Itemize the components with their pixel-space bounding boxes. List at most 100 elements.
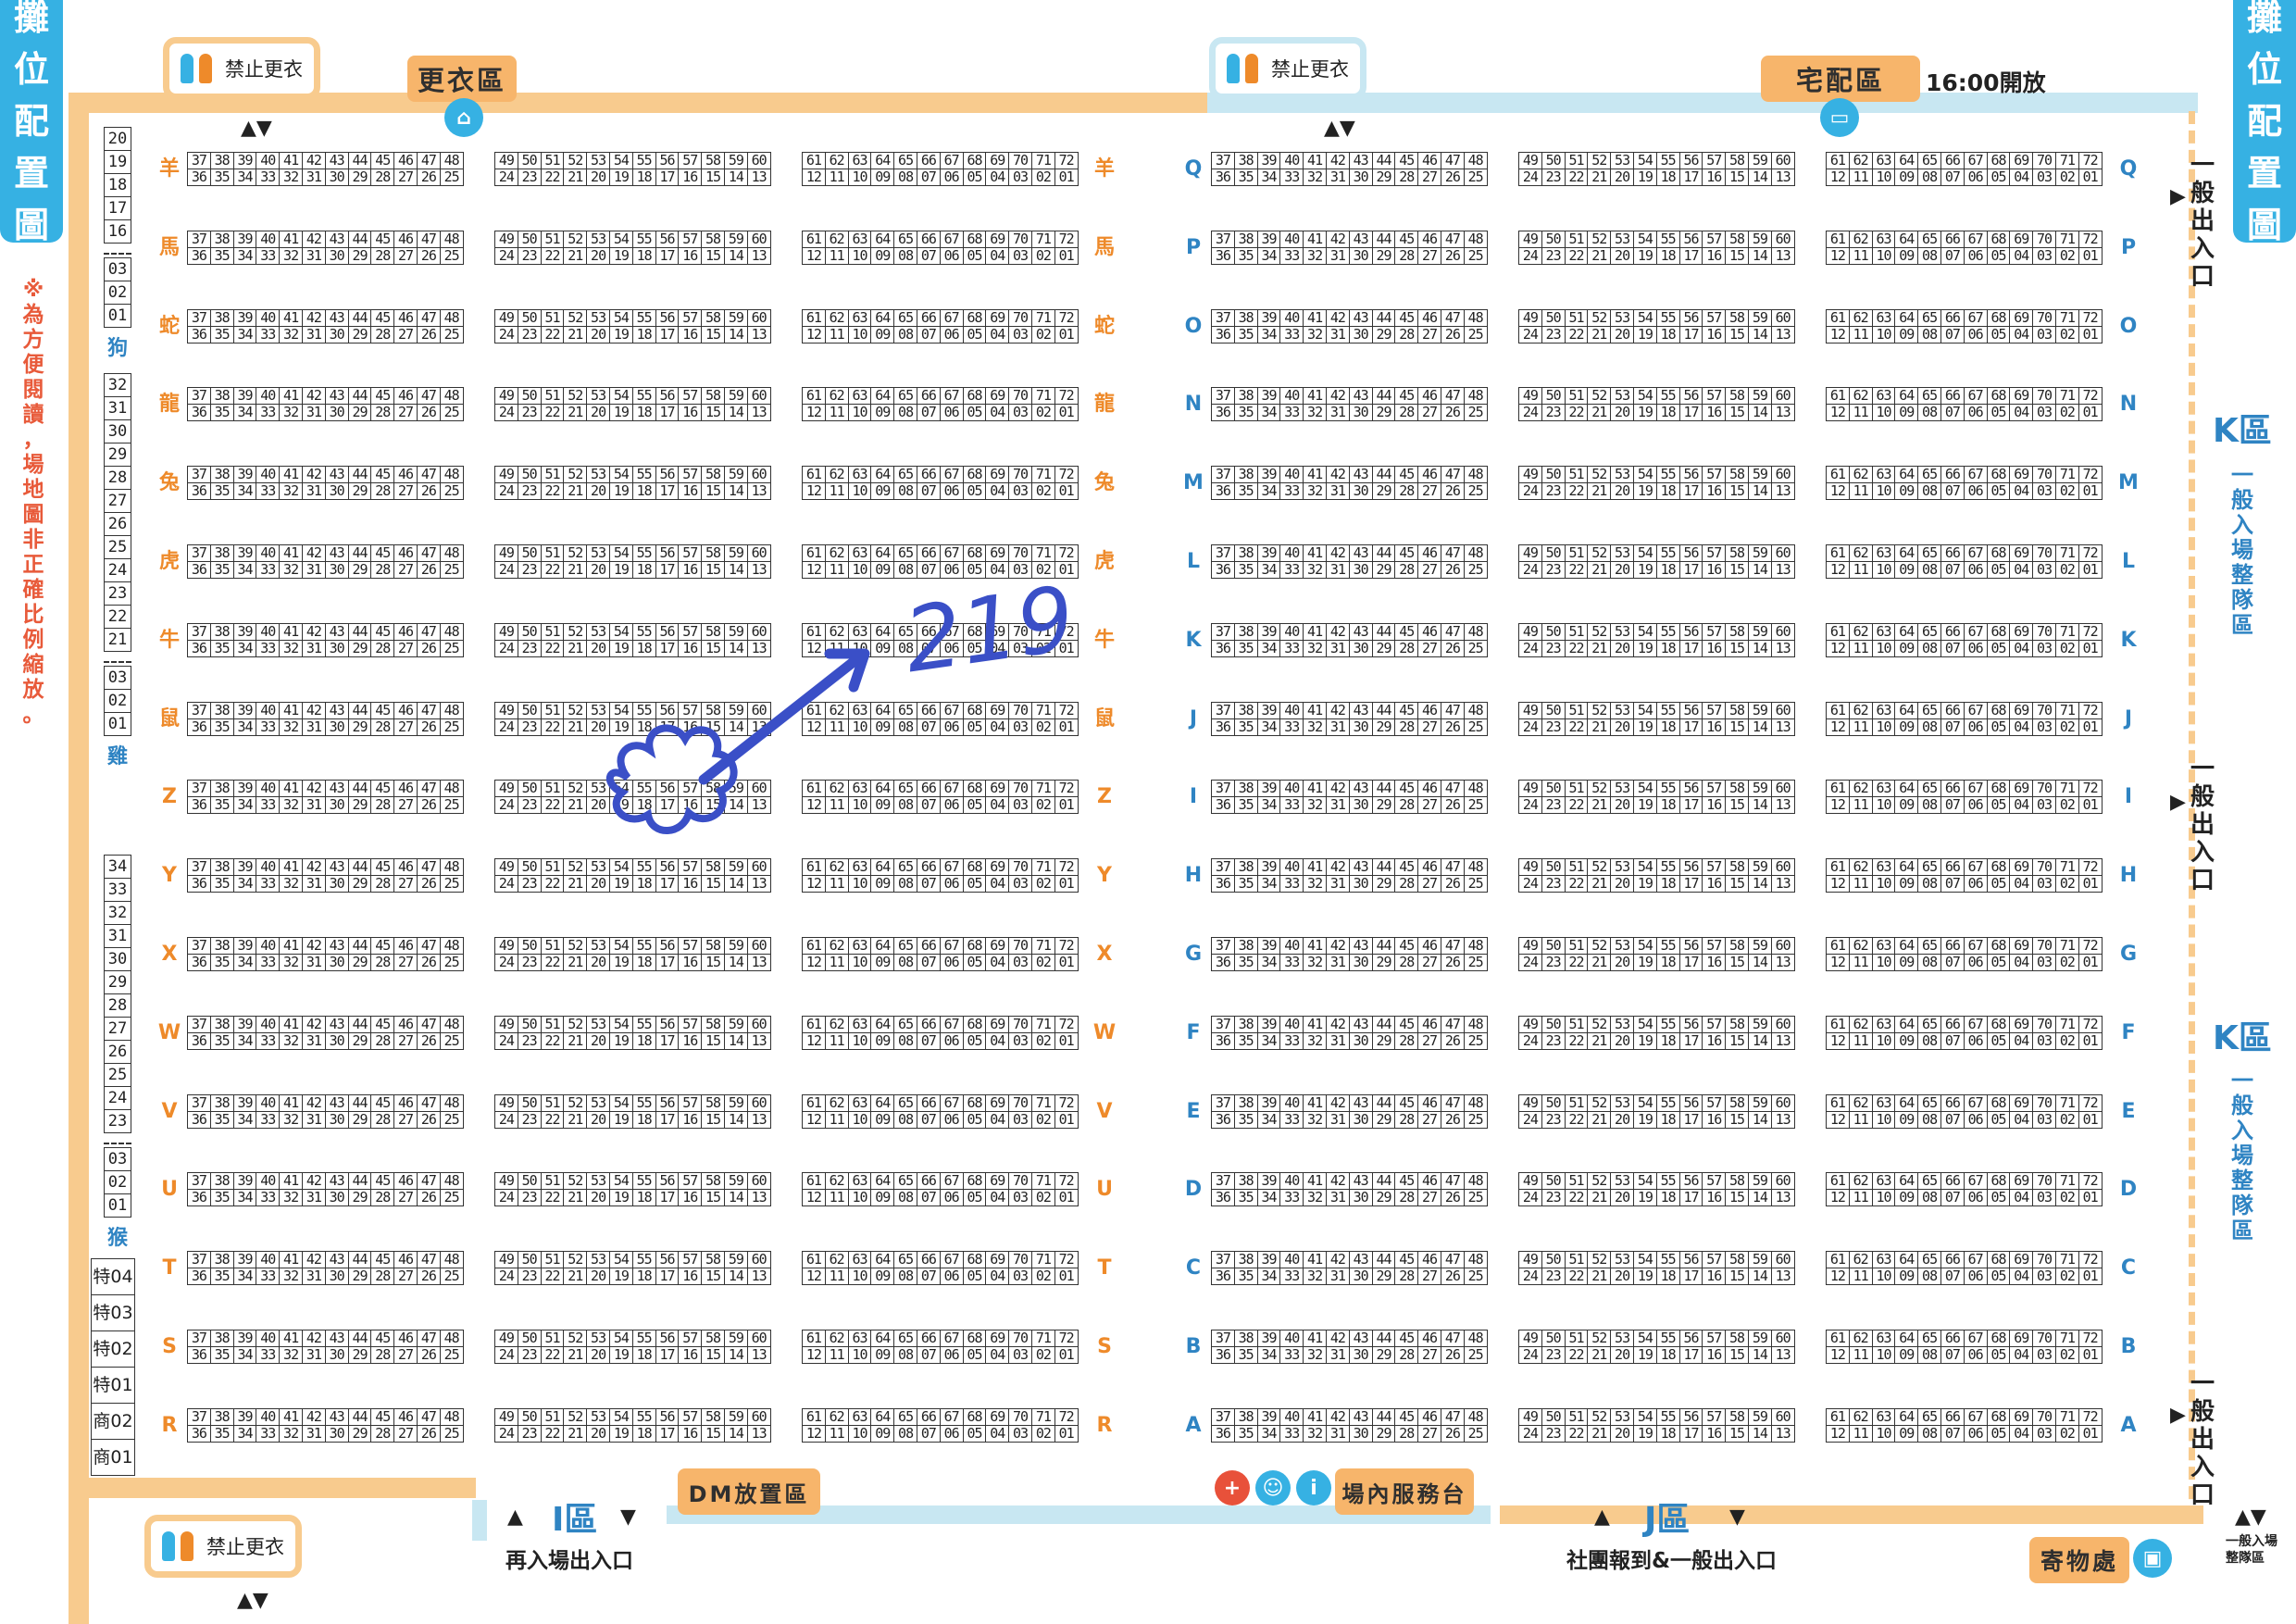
- booth-cell[interactable]: 72: [1054, 1408, 1079, 1426]
- booth-cell[interactable]: 52: [1587, 387, 1612, 405]
- booth-cell[interactable]: 25: [439, 1425, 464, 1443]
- booth-cell[interactable]: 28: [370, 1425, 395, 1443]
- booth-cell[interactable]: 10: [847, 1268, 872, 1285]
- booth-cell[interactable]: 24: [1518, 1032, 1542, 1050]
- booth-cell[interactable]: 37: [187, 466, 211, 483]
- booth-cell[interactable]: 43: [324, 231, 349, 248]
- booth-cell[interactable]: 60: [746, 1251, 771, 1268]
- booth-cell[interactable]: 39: [1256, 702, 1281, 719]
- booth-cell[interactable]: 11: [824, 404, 849, 421]
- booth-cell[interactable]: 57: [678, 937, 703, 955]
- booth-cell[interactable]: 23: [517, 326, 542, 344]
- booth-cell[interactable]: 08: [893, 954, 917, 971]
- booth-cell[interactable]: 62: [1848, 387, 1873, 405]
- booth-cell[interactable]: 70: [2032, 1330, 2056, 1347]
- booth-cell[interactable]: 49: [494, 1330, 518, 1347]
- booth-cell[interactable]: 56: [1678, 780, 1703, 797]
- booth-cell[interactable]: 13: [746, 404, 771, 421]
- booth-cell[interactable]: 56: [1678, 152, 1703, 169]
- booth-cell[interactable]: 31: [301, 247, 326, 265]
- booth-cell[interactable]: 58: [1725, 702, 1749, 719]
- booth-cell[interactable]: 05: [962, 1425, 987, 1443]
- booth-cell[interactable]: 18: [1655, 169, 1680, 186]
- booth-cell[interactable]: 29: [347, 1346, 372, 1364]
- booth-cell[interactable]: 12: [802, 404, 826, 421]
- booth-cell[interactable]: 42: [1325, 466, 1350, 483]
- booth-cell[interactable]: 03: [1008, 1346, 1032, 1364]
- booth-cell[interactable]: 60: [746, 544, 771, 562]
- booth-cell[interactable]: 58: [701, 387, 725, 405]
- booth-cell[interactable]: 65: [1917, 1016, 1941, 1033]
- booth-cell[interactable]: 24: [1518, 482, 1542, 500]
- booth-cell[interactable]: 22: [540, 326, 565, 344]
- booth-cell[interactable]: 38: [1233, 858, 1258, 876]
- booth-cell[interactable]: 38: [209, 1016, 234, 1033]
- booth-cell[interactable]: 31: [301, 875, 326, 893]
- booth-cell[interactable]: 15: [701, 326, 725, 344]
- booth-cell[interactable]: 64: [1894, 858, 1919, 876]
- booth-cell[interactable]: 20: [586, 1268, 610, 1285]
- booth-cell[interactable]: 14: [1747, 247, 1772, 265]
- booth-cell[interactable]: 48: [439, 937, 464, 955]
- booth-cell[interactable]: 40: [256, 623, 281, 641]
- booth-cell[interactable]: 43: [1348, 1330, 1373, 1347]
- booth-cell[interactable]: 62: [1848, 937, 1873, 955]
- booth-cell[interactable]: 72: [2078, 1172, 2103, 1190]
- booth-cell[interactable]: 10: [847, 954, 872, 971]
- booth-cell[interactable]: 25: [439, 718, 464, 736]
- booth-cell[interactable]: 35: [1233, 1268, 1258, 1285]
- booth-cell[interactable]: 61: [1826, 1094, 1850, 1112]
- booth-cell[interactable]: 43: [1348, 387, 1373, 405]
- booth-cell[interactable]: 18: [631, 1032, 656, 1050]
- booth-cell[interactable]: 55: [1655, 1172, 1680, 1190]
- booth-cell[interactable]: 19: [1632, 1346, 1657, 1364]
- booth-cell[interactable]: 50: [517, 1251, 542, 1268]
- booth-cell[interactable]: 18: [631, 1111, 656, 1129]
- booth-cell[interactable]: 57: [678, 1094, 703, 1112]
- booth-cell[interactable]: 05: [1986, 404, 2011, 421]
- booth-cell[interactable]: 19: [1632, 326, 1657, 344]
- booth-cell[interactable]: 28: [370, 640, 395, 657]
- booth-cell[interactable]: 04: [985, 169, 1010, 186]
- booth-cell[interactable]: 21: [563, 326, 588, 344]
- booth-cell[interactable]: 58: [1725, 1094, 1749, 1112]
- booth-cell[interactable]: 58: [1725, 387, 1749, 405]
- booth-cell[interactable]: 51: [1564, 937, 1589, 955]
- booth-cell[interactable]: 71: [2054, 858, 2079, 876]
- booth-cell[interactable]: 69: [2009, 152, 2034, 169]
- booth-cell[interactable]: 33: [256, 875, 281, 893]
- booth-cell[interactable]: 38: [209, 466, 234, 483]
- booth-cell[interactable]: 50: [517, 623, 542, 641]
- booth-cell[interactable]: 08: [1917, 1346, 1941, 1364]
- booth-cell[interactable]: 43: [324, 466, 349, 483]
- booth-cell[interactable]: 21: [563, 1425, 588, 1443]
- booth-cell[interactable]: 69: [985, 1016, 1010, 1033]
- booth-cell[interactable]: 32: [1303, 640, 1327, 657]
- booth-cell[interactable]: 19: [608, 1032, 633, 1050]
- booth-cell[interactable]: 38: [209, 702, 234, 719]
- booth-cell[interactable]: 07: [916, 954, 941, 971]
- booth-cell[interactable]: 33: [1279, 404, 1304, 421]
- booth-cell[interactable]: 03: [2032, 796, 2056, 814]
- booth-cell[interactable]: 13: [1770, 1346, 1795, 1364]
- booth-cell[interactable]: 71: [1030, 544, 1055, 562]
- booth-cell[interactable]: 23: [1541, 326, 1566, 344]
- booth-cell[interactable]: 09: [1894, 796, 1919, 814]
- booth-cell[interactable]: 37: [1211, 309, 1235, 327]
- booth-cell[interactable]: 65: [1917, 466, 1941, 483]
- booth-cell[interactable]: 45: [1394, 623, 1419, 641]
- booth-cell[interactable]: 44: [347, 231, 372, 248]
- booth-cell[interactable]: 69: [985, 1408, 1010, 1426]
- booth-cell[interactable]: 63: [847, 544, 872, 562]
- booth-cell[interactable]: 53: [586, 231, 610, 248]
- booth-cell[interactable]: 45: [1394, 231, 1419, 248]
- booth-cell[interactable]: 09: [1894, 561, 1919, 579]
- booth-cell[interactable]: 51: [1564, 1094, 1589, 1112]
- booth-cell[interactable]: 55: [1655, 1408, 1680, 1426]
- booth-cell[interactable]: 63: [1871, 1251, 1896, 1268]
- booth-cell[interactable]: 62: [1848, 1172, 1873, 1190]
- booth-cell[interactable]: 64: [1894, 780, 1919, 797]
- booth-cell[interactable]: 32: [279, 482, 303, 500]
- booth-cell[interactable]: 05: [1986, 875, 2011, 893]
- booth-cell[interactable]: 27: [1417, 247, 1441, 265]
